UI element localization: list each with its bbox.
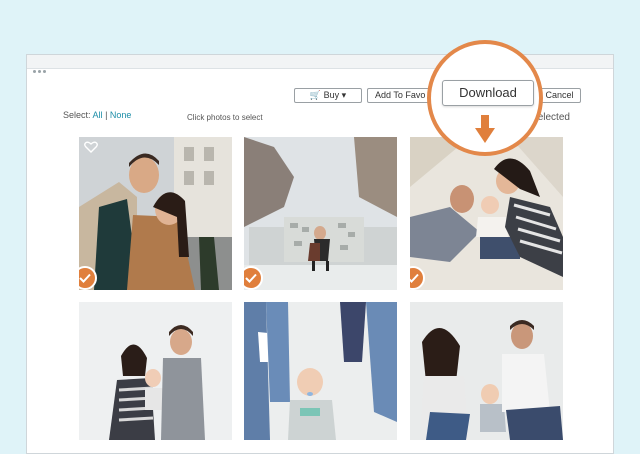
photo-family-standing (79, 302, 232, 440)
select-separator: | (105, 110, 108, 120)
select-hint: Click photos to select (187, 113, 263, 122)
download-button[interactable]: Download (442, 80, 534, 106)
select-none-link[interactable]: None (110, 110, 132, 120)
photo-tile[interactable] (410, 302, 563, 440)
download-label: Download (459, 85, 517, 100)
select-all-link[interactable]: All (93, 110, 103, 120)
select-label: Select: (63, 110, 91, 120)
photo-family-lying (410, 137, 563, 290)
photo-tile[interactable] (79, 137, 232, 290)
cancel-button[interactable]: Cancel (538, 88, 581, 103)
cancel-label: Cancel (545, 90, 574, 100)
down-arrow-icon (475, 115, 495, 143)
select-controls: Select: All | None (63, 110, 131, 120)
cart-icon: 🛒 (309, 90, 322, 100)
photo-baby-legs (244, 302, 397, 440)
add-to-favorites-button[interactable]: Add To Favo (367, 88, 431, 103)
photo-couple-street (79, 137, 232, 290)
photo-tile[interactable] (244, 137, 397, 290)
favorite-heart-icon[interactable] (84, 141, 98, 153)
photo-family-sofa (410, 302, 563, 440)
photo-couple-city (244, 137, 397, 290)
photo-tile[interactable] (79, 302, 232, 440)
photo-tile[interactable] (244, 302, 397, 440)
buy-button[interactable]: 🛒 Buy ▾ (294, 88, 362, 103)
photo-tile[interactable] (410, 137, 563, 290)
window-dots-icon (33, 60, 48, 78)
buy-label: Buy ▾ (323, 90, 347, 100)
favorites-label: Add To Favo (375, 90, 426, 100)
